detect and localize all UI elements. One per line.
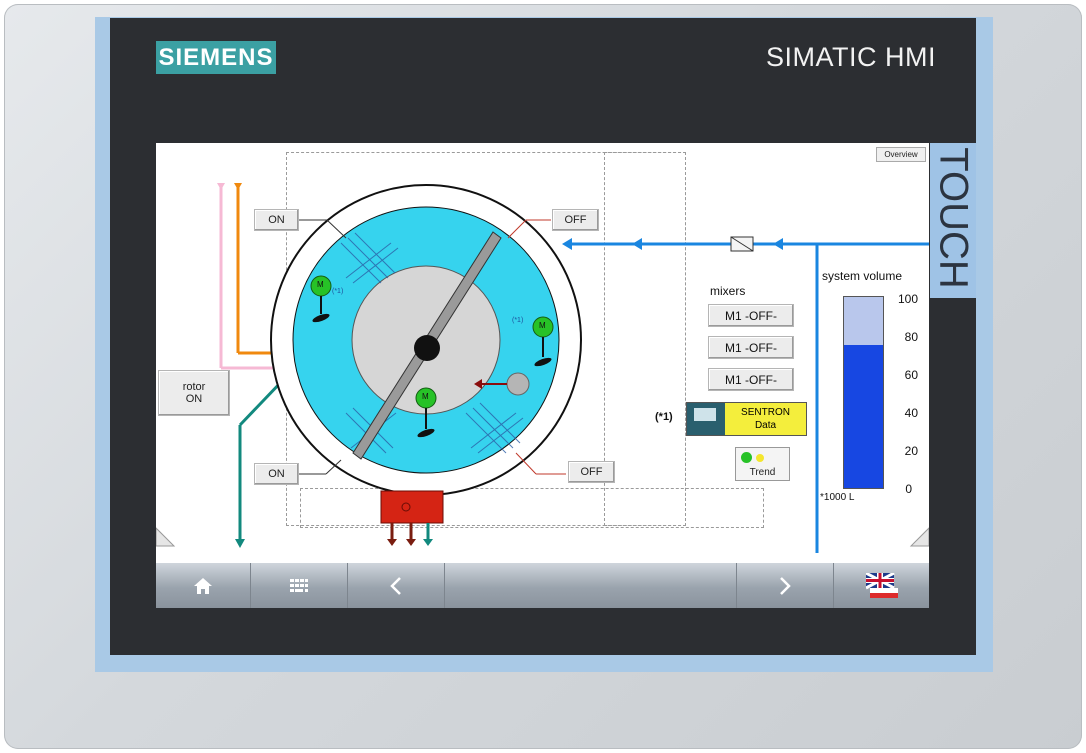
forward-icon — [780, 576, 791, 595]
home-icon — [194, 577, 212, 594]
on-button-bottom[interactable]: ON — [254, 463, 299, 485]
tank-title: system volume — [822, 269, 903, 283]
motor-note-1: (*1) — [332, 288, 344, 295]
language-flag-icon — [865, 572, 898, 598]
brand-logo: SIEMENS — [156, 41, 276, 74]
motor-mark-1: M — [317, 280, 324, 289]
tank-level-fill — [844, 344, 883, 488]
touch-text: TOUCH — [931, 147, 976, 289]
mixer-status-3[interactable]: M1 -OFF- — [708, 368, 794, 391]
mixer-status-1[interactable]: M1 -OFF- — [708, 304, 794, 327]
power-meter-icon — [687, 403, 725, 435]
motor-note-2: (*1) — [512, 317, 524, 324]
language-button[interactable] — [834, 563, 929, 608]
motor-mark-2: M — [539, 321, 546, 330]
sentron-data-button[interactable]: SENTRON Data — [686, 402, 807, 436]
tank-unit-note: *1000 L — [820, 492, 855, 503]
rotor-label: rotor — [182, 381, 206, 393]
trend-label: Trend — [749, 467, 776, 478]
sentron-label: SENTRON Data — [725, 403, 806, 435]
off-button-bottom[interactable]: OFF — [568, 461, 615, 483]
nav-spacer — [445, 563, 737, 608]
back-icon — [390, 576, 401, 595]
back-button[interactable] — [348, 563, 445, 608]
rotor-button[interactable]: rotor ON — [158, 370, 230, 416]
model-label: SIMATIC HMI — [766, 42, 936, 72]
volume-tank-gauge — [843, 296, 884, 489]
mixer-status-2[interactable]: M1 -OFF- — [708, 336, 794, 359]
hmi-screen: Overview ON OFF ON OFF rotor ON M M M (*… — [156, 143, 929, 608]
on-button-top[interactable]: ON — [254, 209, 299, 231]
forward-button[interactable] — [737, 563, 834, 608]
keypad-button[interactable] — [251, 563, 348, 608]
trend-button[interactable]: Trend — [735, 447, 790, 481]
tank-tick-80: 80 — [904, 330, 918, 344]
status-yellow-icon — [756, 454, 764, 462]
tank-tick-40: 40 — [904, 406, 918, 420]
touch-label: TOUCH — [930, 143, 976, 298]
bottom-navbar — [156, 563, 929, 608]
tank-tick-100: 100 — [897, 292, 918, 306]
sentron-note: (*1) — [655, 411, 673, 423]
motor-mark-3: M — [422, 392, 429, 401]
rotor-state: ON — [185, 393, 203, 405]
overview-button[interactable]: Overview — [876, 147, 926, 162]
tank-tick-20: 20 — [904, 444, 918, 458]
mixer-diagram — [156, 183, 929, 553]
home-button[interactable] — [156, 563, 251, 608]
keypad-icon — [290, 578, 308, 592]
sentron-line2: Data — [754, 420, 777, 431]
off-button-top[interactable]: OFF — [552, 209, 599, 231]
status-green-icon — [741, 452, 752, 463]
tank-tick-0: 0 — [905, 482, 912, 496]
sentron-line1: SENTRON — [741, 407, 790, 418]
tank-tick-60: 60 — [904, 368, 918, 382]
mixers-title: mixers — [710, 284, 746, 298]
